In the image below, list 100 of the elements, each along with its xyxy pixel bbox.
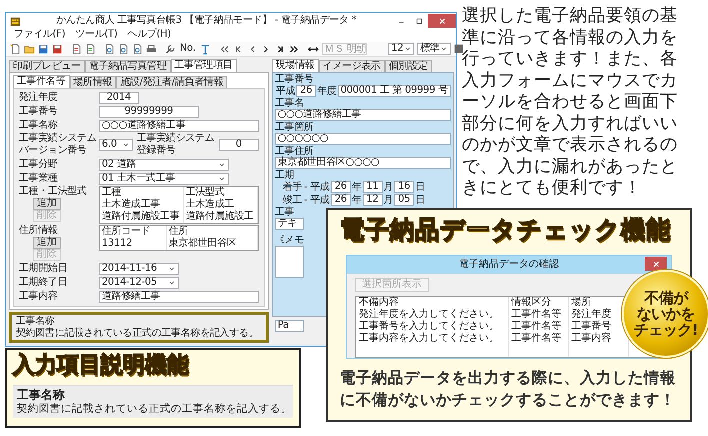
input-field[interactable]: 2014 xyxy=(99,92,139,104)
field-label: 発注年度 xyxy=(19,92,59,104)
input-field[interactable]: ○○○道路修繕工事 xyxy=(99,120,259,132)
close-icon xyxy=(438,16,446,26)
table-cell: 道路付属施設工 xyxy=(183,211,258,223)
input-field[interactable]: Pa xyxy=(274,320,304,332)
input-field[interactable]: 11 xyxy=(362,181,383,193)
description-text: 選択した電子納品要領の基準に沿って各情報の入力を行っていきます！また、各入力フォームにマウスでカーソルを合わせると画面下部分に何を入力すればいいのかが文章で表示されるので、入力に漏れがあったときにとても便利です！ xyxy=(462,6,679,200)
magnifier-icon[interactable] xyxy=(104,44,115,54)
caption-text: 電子納品データを出力する際に、入力した情報に不備がないかチェックすることができます！ xyxy=(340,368,677,411)
table-cell: 工事件名等 xyxy=(508,321,568,333)
field-label: 工事実績システムバージョン番号 xyxy=(19,133,98,157)
caret-icon xyxy=(404,45,412,53)
save-icon[interactable] xyxy=(38,44,49,54)
callout-title: 電子納品データチェック機能 xyxy=(340,214,672,246)
input-field[interactable]: 26 xyxy=(296,85,316,97)
dialog-title: 電子納品データの確認 xyxy=(459,259,559,271)
tab[interactable]: 個別設定 xyxy=(384,60,432,72)
dropdown[interactable]: 2014-11-16 xyxy=(99,262,179,274)
field-label: 工事住所 xyxy=(274,146,314,157)
table-cell: 東京都世田谷区 xyxy=(166,238,258,250)
field-label: 工事実績システム登録番号 xyxy=(136,133,216,157)
tab[interactable]: 電子納品写真管理 xyxy=(84,60,171,72)
dropdown[interactable]: 02 道路 xyxy=(99,158,229,170)
input-field[interactable]: 000001 工 第 09999 号 xyxy=(338,85,451,97)
dropdown[interactable]: 6.0 xyxy=(99,139,133,151)
close-button[interactable] xyxy=(428,14,456,28)
field-label: 工事内容 xyxy=(19,290,59,302)
input-field[interactable]: 05 xyxy=(394,194,414,206)
menu-item[interactable]: ツール(T) xyxy=(75,29,118,42)
caret-icon xyxy=(122,141,130,149)
input-field[interactable]: テキ xyxy=(274,218,304,230)
dropdown[interactable]: 2014-12-05 xyxy=(99,276,179,288)
window-title: かんたん商人 工事写真台帳3 【電子納品モード】 - 電子納品データ * xyxy=(55,15,358,27)
table-cell: 道路付属施設工事 xyxy=(100,211,184,223)
input-field[interactable]: 0 xyxy=(219,139,259,151)
unit-label: 日 xyxy=(414,182,426,194)
memo-field[interactable] xyxy=(274,246,304,278)
unit-label: - 平成 xyxy=(303,194,331,206)
unit-label: - 平成 xyxy=(303,182,331,194)
magnifier-icon[interactable] xyxy=(132,44,143,54)
table-cell: 土木造成工事 xyxy=(100,199,184,211)
help-title: 工事名称 xyxy=(17,388,66,402)
dropdown[interactable]: 01 土木一式工事 xyxy=(99,172,229,184)
column-header: 不備内容 xyxy=(356,297,508,309)
help-title: 工事名称 xyxy=(16,316,56,328)
column-header: 住所 xyxy=(166,226,258,238)
input-field[interactable]: ○○○道路修繕工事 xyxy=(274,109,451,121)
unit-label: 竣工 xyxy=(282,194,304,206)
unit-label: 年 xyxy=(350,194,363,206)
tab[interactable]: 印刷プレビュー xyxy=(9,60,85,72)
maximize-icon xyxy=(414,16,424,26)
input-field[interactable]: 16 xyxy=(394,181,414,193)
document-icon[interactable] xyxy=(85,44,96,54)
tab[interactable]: 現場情報 xyxy=(272,59,319,72)
close-button[interactable] xyxy=(645,257,667,271)
dropdown[interactable]: 12 xyxy=(388,43,414,55)
printer-icon[interactable] xyxy=(146,44,157,54)
table-cell: 工事内容を入力してください。 xyxy=(356,333,508,345)
table-cell: 工事件名等 xyxy=(508,309,568,321)
menu-item[interactable]: ヘルプ(H) xyxy=(128,29,172,42)
input-field[interactable]: 道路修繕工事 xyxy=(99,290,259,302)
tab[interactable]: 工事管理項目 xyxy=(170,59,237,72)
double-chevron-right-icon[interactable] xyxy=(288,44,300,54)
input-field[interactable]: 26 xyxy=(330,181,351,193)
field-label: 工事 xyxy=(274,207,296,218)
magnifier-icon[interactable] xyxy=(118,44,129,54)
field-label: 工種・工法型式 xyxy=(19,186,88,198)
unit-label: 着手 xyxy=(282,182,304,194)
tab[interactable]: 施設/発注者/請負者情報 xyxy=(116,76,228,88)
table-cell: 工事件名等 xyxy=(508,333,568,345)
field-label: 《メモ xyxy=(274,235,305,246)
tab[interactable]: 工事件名等 xyxy=(13,75,70,88)
new-document-icon[interactable] xyxy=(10,44,21,54)
table-cell: 工事番号を入力してください。 xyxy=(356,321,508,333)
callout-title: 入力項目説明機能 xyxy=(13,352,190,380)
input-field[interactable]: 26 xyxy=(330,194,351,206)
unit-label: 年 xyxy=(350,182,363,194)
color-swatch-icon[interactable] xyxy=(454,44,464,54)
double-chevron-left-icon[interactable] xyxy=(218,44,230,54)
dropdown[interactable]: 標準 xyxy=(417,43,451,55)
table-cell: 土木造成工 xyxy=(183,199,258,211)
field-label: 工事名称 xyxy=(19,120,59,132)
tab[interactable]: 場所情報 xyxy=(70,76,116,88)
help-text: 契約図書に記載されている正式の工事名称を記入する。 xyxy=(17,402,289,416)
input-field[interactable]: 東京都世田谷区○○○○ xyxy=(274,157,451,169)
menu-item[interactable]: ファイル(F) xyxy=(14,29,66,42)
field-label: 住所情報 xyxy=(19,225,59,236)
input-field[interactable]: ○○○○○○ xyxy=(274,133,451,145)
field-label: 工事名 xyxy=(274,98,305,109)
add-button[interactable]: 追加 xyxy=(33,198,61,210)
table-cell: 発注年度を入力してください。 xyxy=(356,309,508,321)
tab[interactable]: イメージ表示 xyxy=(318,60,385,72)
app-icon xyxy=(10,16,21,26)
input-field[interactable]: 12 xyxy=(362,194,383,206)
close-icon xyxy=(652,260,660,268)
field-label: 工期終了日 xyxy=(19,276,69,288)
input-field[interactable]: 99999999 xyxy=(99,106,199,118)
add-button[interactable]: 追加 xyxy=(33,237,61,249)
document-icon[interactable] xyxy=(71,44,82,54)
